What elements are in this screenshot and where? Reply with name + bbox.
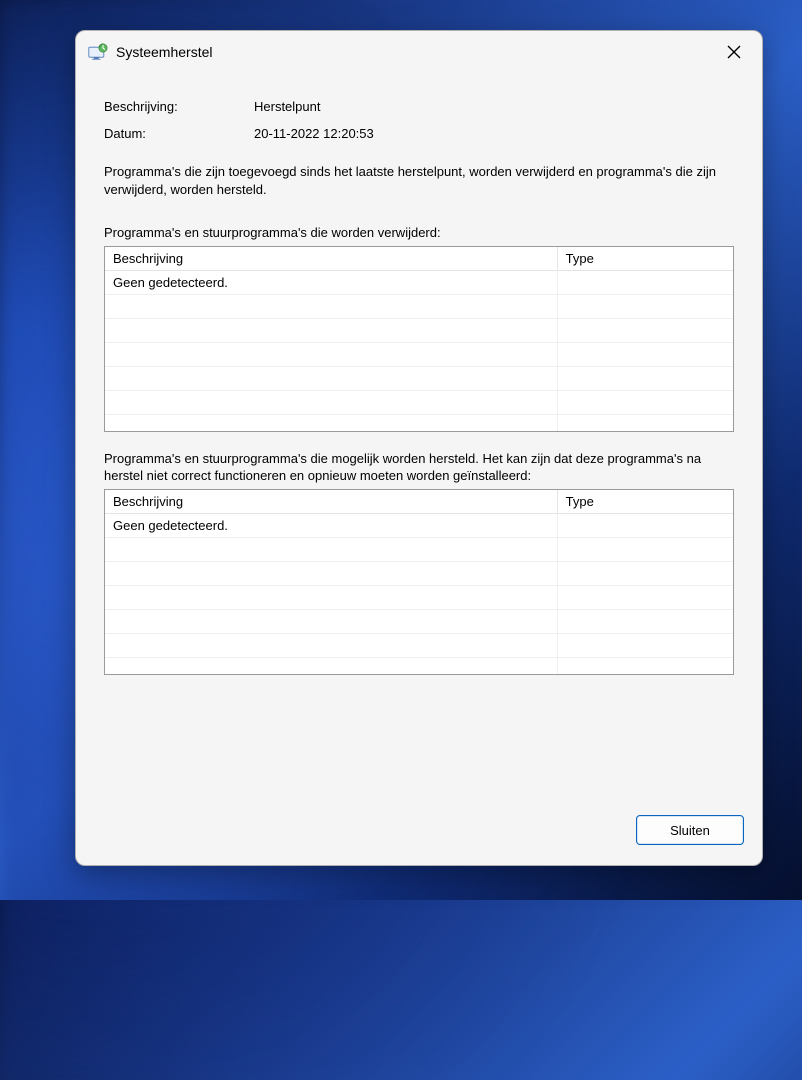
system-restore-dialog: Systeemherstel Beschrijving: Herstelpunt… [75, 30, 763, 866]
date-row: Datum: 20-11-2022 12:20:53 [104, 126, 734, 141]
description-row: Beschrijving: Herstelpunt [104, 99, 734, 114]
date-value: 20-11-2022 12:20:53 [254, 126, 734, 141]
table-row [105, 391, 733, 415]
description-value: Herstelpunt [254, 99, 734, 114]
restored-none-text: Geen gedetecteerd. [105, 514, 557, 538]
table-row [105, 295, 733, 319]
table-row [105, 586, 733, 610]
close-dialog-button[interactable]: Sluiten [636, 815, 744, 845]
titlebar: Systeemherstel [76, 31, 762, 73]
table-row [105, 610, 733, 634]
explanation-text: Programma's die zijn toegevoegd sinds he… [104, 163, 734, 198]
restored-table[interactable]: Beschrijving Type Geen gedetecteerd. [104, 489, 734, 675]
restored-section-label: Programma's en stuurprogramma's die moge… [104, 450, 734, 485]
removed-col-type[interactable]: Type [557, 247, 733, 271]
table-row [105, 415, 733, 432]
table-row [105, 367, 733, 391]
removed-section-label: Programma's en stuurprogramma's die word… [104, 224, 734, 242]
table-row [105, 538, 733, 562]
dialog-content: Beschrijving: Herstelpunt Datum: 20-11-2… [76, 73, 762, 805]
table-row [105, 562, 733, 586]
restored-col-description[interactable]: Beschrijving [105, 490, 557, 514]
table-row [105, 634, 733, 658]
removed-col-description[interactable]: Beschrijving [105, 247, 557, 271]
removed-none-text: Geen gedetecteerd. [105, 271, 557, 295]
system-restore-icon [88, 43, 108, 61]
table-row [105, 319, 733, 343]
dialog-footer: Sluiten [76, 805, 762, 865]
table-row [105, 343, 733, 367]
window-title: Systeemherstel [116, 44, 716, 60]
removed-table[interactable]: Beschrijving Type Geen gedetecteerd. [104, 246, 734, 432]
date-label: Datum: [104, 126, 254, 141]
close-icon [727, 45, 741, 59]
description-label: Beschrijving: [104, 99, 254, 114]
table-row: Geen gedetecteerd. [105, 271, 733, 295]
table-row: Geen gedetecteerd. [105, 514, 733, 538]
close-button[interactable] [716, 36, 752, 68]
table-row [105, 658, 733, 675]
restored-col-type[interactable]: Type [557, 490, 733, 514]
